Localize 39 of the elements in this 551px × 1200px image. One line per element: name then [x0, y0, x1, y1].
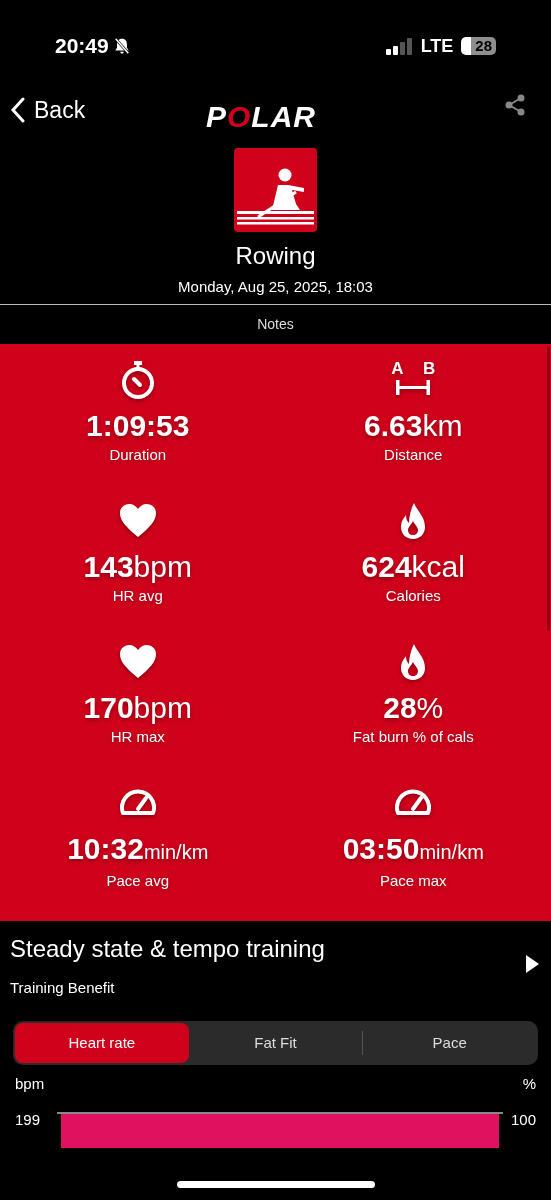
metric-value: 10:32min/km [67, 831, 209, 868]
metric-label: Pace max [379, 871, 447, 892]
metric-value: 624kcal [361, 548, 465, 585]
segment-tab[interactable]: Heart rate [15, 1023, 189, 1063]
metric-value: 28% [383, 690, 444, 726]
play-icon[interactable] [526, 954, 539, 973]
share-icon[interactable] [504, 94, 526, 116]
back-chevron-icon [10, 97, 26, 123]
metric-value: 03:50min/km [342, 831, 484, 868]
polar-logo: POLAR [206, 99, 316, 135]
axis-unit: bpm [15, 1074, 45, 1094]
back-button[interactable]: Back [10, 92, 86, 128]
network-label: LTE [420, 34, 454, 58]
sport-name: Rowing [235, 241, 316, 271]
segment-tab[interactable]: Fat Fit [188, 1023, 363, 1063]
axis-tick: 100 [510, 1111, 536, 1128]
metric-label: Fat burn % of cals [352, 727, 474, 747]
metric-value: 170bpm [83, 690, 192, 726]
metric-value: 143bpm [83, 548, 192, 585]
metric-label: Pace avg [106, 871, 169, 892]
metric-label: HR max [110, 727, 165, 747]
status-time: 20:49 [55, 33, 109, 60]
scrollbar[interactable] [547, 345, 550, 631]
metric-value: 6.63km [364, 407, 463, 444]
axis-tick: 199 [15, 1111, 42, 1128]
training-benefit-title: Steady state & tempo training [10, 933, 325, 964]
training-benefit-label: Training Benefit [9, 977, 116, 998]
battery-indicator: 28 [461, 37, 496, 55]
notes-tab[interactable]: Notes [257, 313, 294, 335]
session-date: Monday, Aug 25, 2025, 18:03 [178, 277, 373, 297]
metric-label: Duration [109, 444, 167, 465]
rowing-icon [234, 148, 317, 232]
metric-label: HR avg [112, 585, 163, 606]
segment-tab[interactable]: Pace [363, 1023, 536, 1063]
metric-value: 1:09:53 [86, 407, 190, 444]
signal-icon [385, 37, 413, 55]
axis-unit: % [522, 1074, 536, 1094]
metric-label: Calories [385, 585, 441, 606]
metric-label: Distance [384, 444, 443, 465]
